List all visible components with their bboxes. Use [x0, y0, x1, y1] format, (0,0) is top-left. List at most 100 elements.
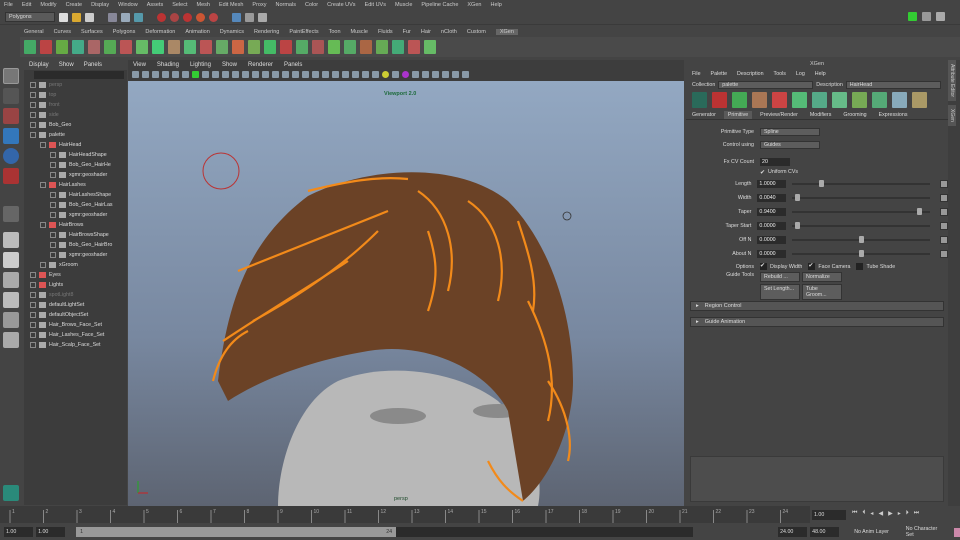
xgen-tab-primitive[interactable]: Primitive: [723, 110, 753, 119]
shelf-tab-dynamics[interactable]: Dynamics: [220, 29, 244, 35]
expand-toggle-icon[interactable]: [50, 252, 56, 258]
render-icon[interactable]: [232, 12, 241, 22]
viewport-toolbar-icon[interactable]: [302, 71, 309, 78]
collapsible-section[interactable]: ▸ Guide Animation: [690, 317, 944, 327]
viewport-toolbar-icon[interactable]: [152, 71, 159, 78]
play-back-icon[interactable]: ◀: [878, 510, 883, 517]
expression-map-icon[interactable]: [940, 222, 948, 230]
outliner-item[interactable]: HairBrows: [30, 220, 127, 230]
guide-tool-button[interactable]: Normalize: [802, 272, 842, 282]
viewport-menu-shading[interactable]: Shading: [157, 62, 179, 68]
single-pane-layout-icon[interactable]: [3, 232, 19, 248]
slider-handle[interactable]: [858, 236, 864, 243]
viewport-toolbar-icon[interactable]: [432, 71, 439, 78]
xgen-shelf-tool-icon[interactable]: [424, 40, 436, 54]
viewport-toolbar-icon[interactable]: [172, 71, 179, 78]
outliner-filter-input[interactable]: [34, 71, 124, 79]
outliner-item[interactable]: xGroom: [30, 260, 127, 270]
uniform-cvs-checkbox[interactable]: ✔: [760, 169, 765, 176]
viewport-toolbar-icon[interactable]: [252, 71, 259, 78]
select-hierarchy-icon[interactable]: [108, 12, 117, 22]
new-scene-icon[interactable]: [59, 12, 68, 22]
anim-layer-dropdown[interactable]: No Anim Layer: [854, 529, 893, 535]
expand-toggle-icon[interactable]: [30, 272, 36, 278]
viewport-toolbar-icon[interactable]: [382, 71, 389, 78]
playback-start-field[interactable]: 1.00: [36, 527, 66, 537]
expand-toggle-icon[interactable]: [50, 152, 56, 158]
render-settings-icon[interactable]: [258, 12, 267, 22]
xgen-shelf-tool-icon[interactable]: [88, 40, 100, 54]
xgen-shelf-tool-icon[interactable]: [152, 40, 164, 54]
shelf-tab-toon[interactable]: Toon: [329, 29, 341, 35]
viewport-toolbar-icon[interactable]: [142, 71, 149, 78]
expand-toggle-icon[interactable]: [40, 142, 46, 148]
xgen-shelf-tool-icon[interactable]: [184, 40, 196, 54]
outliner-menu-panels[interactable]: Panels: [84, 62, 102, 68]
go-to-start-icon[interactable]: ⏮: [852, 510, 857, 517]
step-forward-key-icon[interactable]: ⏵: [906, 510, 909, 517]
expand-toggle-icon[interactable]: [30, 132, 36, 138]
info-icon[interactable]: [3, 206, 19, 222]
step-forward-icon[interactable]: ▸: [898, 510, 901, 517]
shelf-tab-deformation[interactable]: Deformation: [145, 29, 175, 35]
viewport-toolbar-icon[interactable]: [322, 71, 329, 78]
xgen-shelf-tool-icon[interactable]: [72, 40, 84, 54]
outliner-item[interactable]: Bob_Geo_HairHe: [30, 160, 127, 170]
xgen-shelf-tool-icon[interactable]: [56, 40, 68, 54]
persp-outliner-layout-icon[interactable]: [3, 292, 19, 308]
viewport-toolbar-icon[interactable]: [342, 71, 349, 78]
save-scene-icon[interactable]: [85, 12, 94, 22]
mode-selector[interactable]: Polygons: [5, 12, 55, 22]
side-by-side-layout-icon[interactable]: [3, 272, 19, 288]
viewport-toolbar-icon[interactable]: [362, 71, 369, 78]
rotate-tool-icon[interactable]: [3, 148, 19, 164]
outliner-item[interactable]: Hair_Brows_Face_Set: [30, 320, 127, 330]
outliner-menu-show[interactable]: Show: [59, 62, 74, 68]
snap-point-icon[interactable]: [183, 12, 192, 22]
param-slider[interactable]: [792, 194, 931, 201]
expression-map-icon[interactable]: [940, 180, 948, 188]
cv-count-field[interactable]: 20: [760, 158, 790, 166]
expand-toggle-icon[interactable]: [30, 302, 36, 308]
viewport-toolbar-icon[interactable]: [222, 71, 229, 78]
shelf-tab-rendering[interactable]: Rendering: [254, 29, 279, 35]
outliner-item[interactable]: HairHead: [30, 140, 127, 150]
xgen-shelf-tool-icon[interactable]: [312, 40, 324, 54]
xgen-shelf-tool-icon[interactable]: [104, 40, 116, 54]
xgen-shelf-tool-icon[interactable]: [232, 40, 244, 54]
menu-edit[interactable]: Edit: [22, 2, 31, 8]
viewport-toolbar-icon[interactable]: [242, 71, 249, 78]
slider-handle[interactable]: [858, 250, 864, 257]
step-back-icon[interactable]: ◂: [870, 510, 873, 517]
xgen-tool-icon[interactable]: [692, 92, 707, 108]
menu-file[interactable]: File: [4, 2, 13, 8]
outliner-item[interactable]: palette: [30, 130, 127, 140]
viewport-toolbar-icon[interactable]: [272, 71, 279, 78]
xgen-shelf-tool-icon[interactable]: [120, 40, 132, 54]
xgen-tab-modifiers[interactable]: Modifiers: [806, 111, 836, 119]
xgen-shelf-tool-icon[interactable]: [264, 40, 276, 54]
slider-handle[interactable]: [917, 208, 923, 215]
shelf-tab-xgen[interactable]: XGen: [495, 28, 518, 35]
four-pane-layout-icon[interactable]: [3, 252, 19, 268]
viewport-toolbar-icon[interactable]: [422, 71, 429, 78]
param-value-field[interactable]: 0.0000: [757, 236, 787, 244]
param-slider[interactable]: [792, 250, 931, 257]
shelf-tab-muscle[interactable]: Muscle: [351, 29, 368, 35]
persp-graph-layout-icon[interactable]: [3, 312, 19, 328]
menu-mesh[interactable]: Mesh: [197, 2, 210, 8]
expand-toggle-icon[interactable]: [50, 172, 56, 178]
select-tool-icon[interactable]: [3, 68, 19, 84]
expand-toggle-icon[interactable]: [50, 232, 56, 238]
shelf-tab-general[interactable]: General: [24, 29, 44, 35]
outliner-item[interactable]: Bob_Geo_HairBro: [30, 240, 127, 250]
current-frame-field[interactable]: 1.00: [812, 510, 846, 520]
expand-toggle-icon[interactable]: [40, 182, 46, 188]
menu-help[interactable]: Help: [490, 2, 501, 8]
expand-toggle-icon[interactable]: [40, 262, 46, 268]
outliner-item[interactable]: HairHeadShape: [30, 150, 127, 160]
shelf-tab-animation[interactable]: Animation: [185, 29, 209, 35]
control-using-dropdown[interactable]: Guides: [760, 140, 820, 149]
option-checkbox[interactable]: [856, 263, 864, 270]
step-back-key-icon[interactable]: ⏴: [862, 510, 865, 517]
